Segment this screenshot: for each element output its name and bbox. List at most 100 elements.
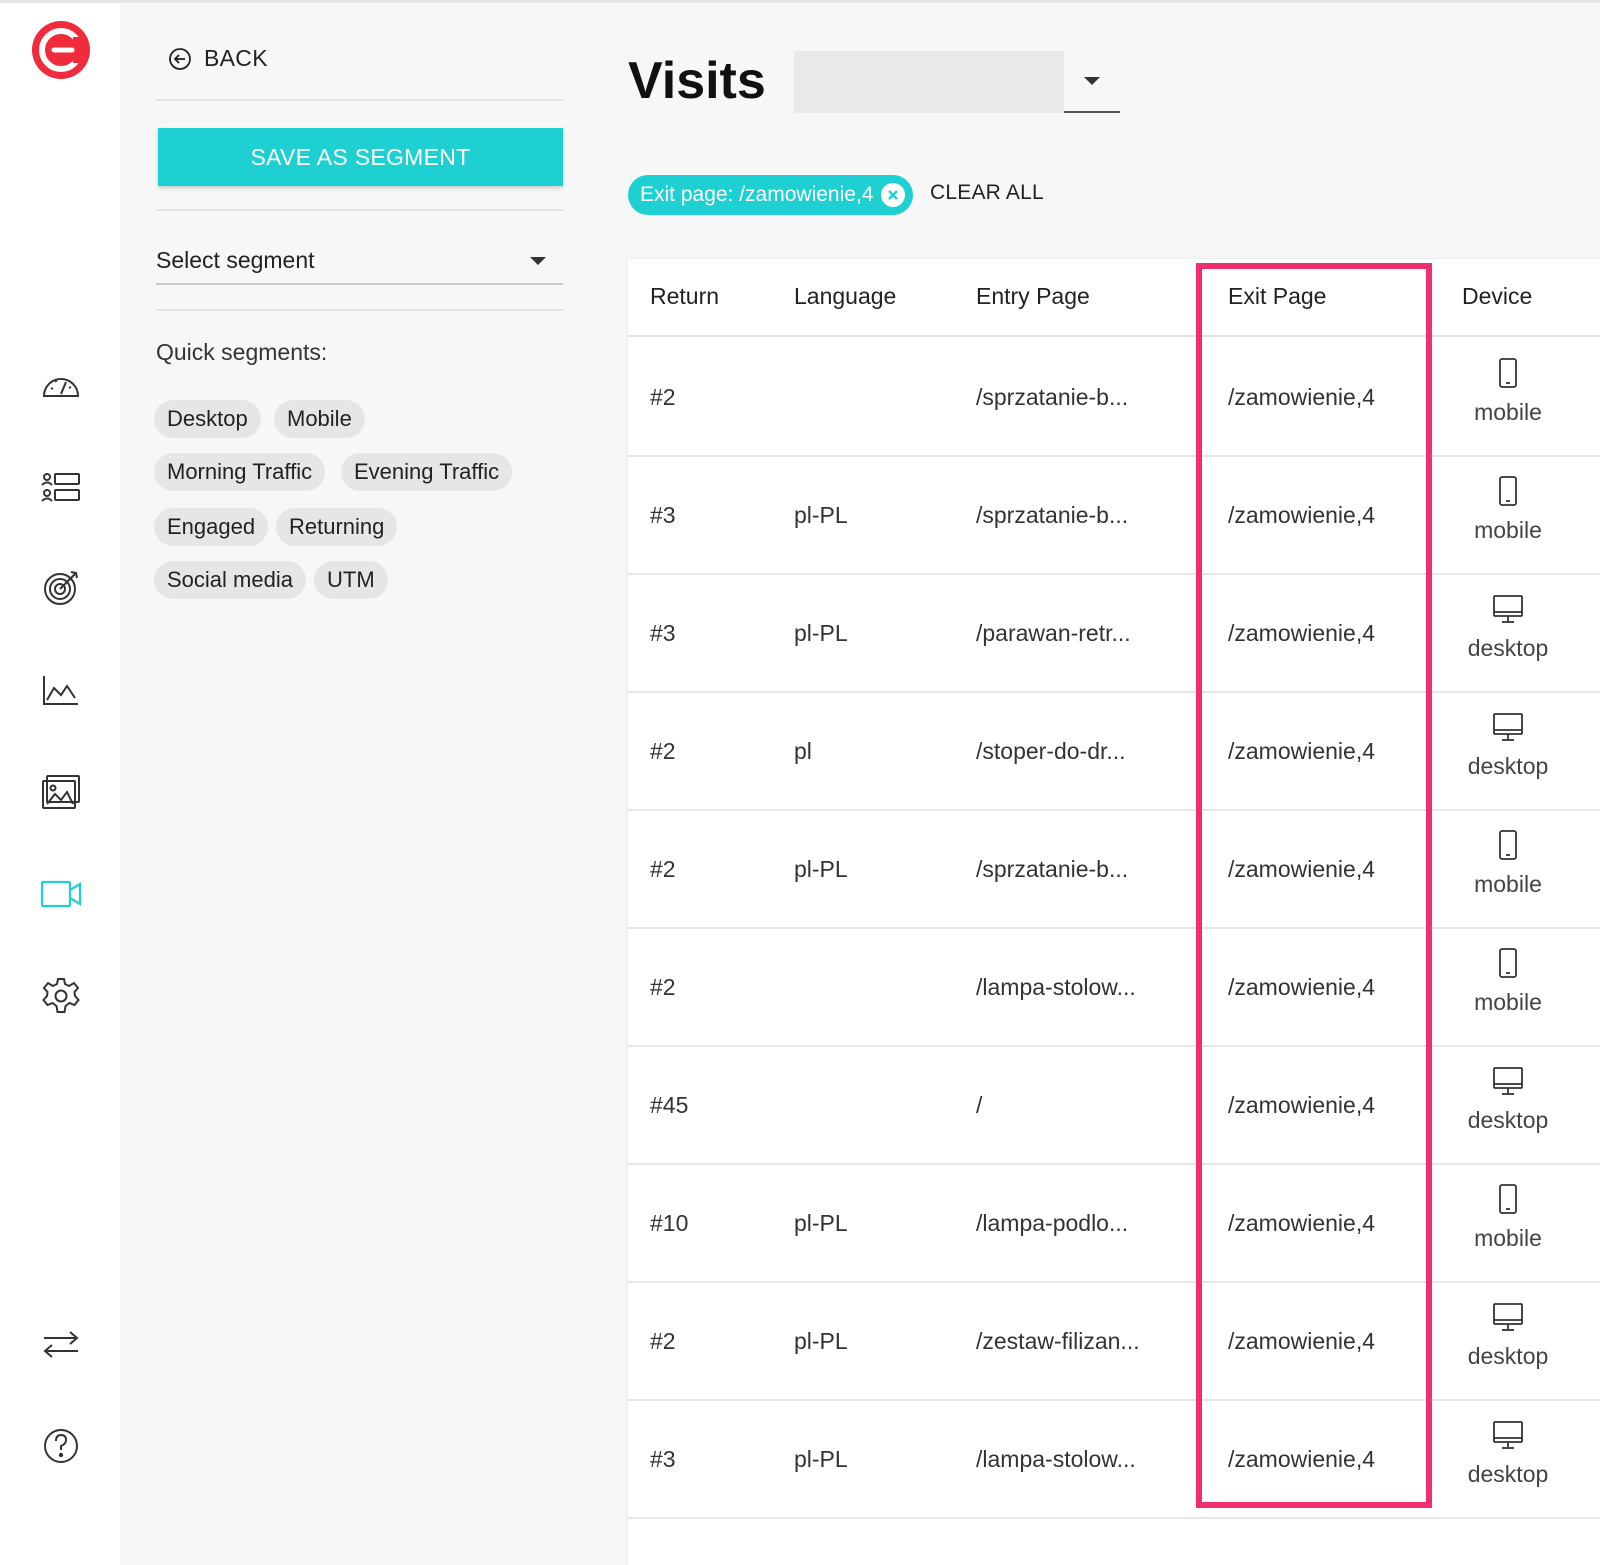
quick-segment-evening-traffic[interactable]: Evening Traffic: [341, 453, 513, 491]
return-count: #3: [650, 502, 676, 528]
desktop-device-icon: [1493, 1303, 1523, 1331]
help-question-icon[interactable]: [38, 1423, 84, 1469]
divider: [156, 99, 563, 101]
column-header-return[interactable]: Return: [650, 283, 719, 310]
table-row[interactable]: #2/lampa-stolow... /zamowienie,4 mobile: [628, 929, 1600, 1047]
active-filter-label: Exit page: /zamowienie,4: [640, 183, 874, 206]
desktop-device-icon: [1493, 1421, 1523, 1449]
table-row[interactable]: #2/sprzatanie-b... /zamowienie,4 mobile: [628, 339, 1600, 457]
exit-page: /zamowienie,4: [1228, 1210, 1376, 1236]
settings-gear-icon[interactable]: [38, 973, 84, 1019]
device-label: desktop: [1467, 1107, 1549, 1133]
website-select[interactable]: [794, 51, 1120, 113]
page-title: Visits: [628, 52, 766, 110]
entry-page: /stoper-do-dr...: [976, 738, 1126, 764]
segment-select[interactable]: Select segment: [156, 239, 563, 285]
quick-segment-desktop[interactable]: Desktop: [154, 400, 261, 438]
device-label: mobile: [1474, 1225, 1542, 1251]
exit-page: /zamowienie,4: [1228, 856, 1376, 882]
table-row[interactable]: #2 pl/stoper-do-dr... /zamowienie,4 desktop: [628, 693, 1600, 811]
quick-segment-mobile[interactable]: Mobile: [274, 400, 365, 438]
segment-panel: BACK SAVE AS SEGMENT Select segment Quic…: [120, 3, 604, 1565]
language: pl-PL: [794, 1328, 848, 1354]
desktop-device-icon: [1493, 1067, 1523, 1095]
quick-segment-engaged[interactable]: Engaged: [154, 508, 269, 546]
language: pl-PL: [794, 856, 848, 882]
exit-page: /zamowienie,4: [1228, 1328, 1376, 1354]
quick-segment-utm[interactable]: UTM: [314, 561, 388, 599]
table-row[interactable]: #2 pl-PL/sprzatanie-b... /zamowienie,4 mobi…: [628, 811, 1600, 929]
goals-target-icon[interactable]: [38, 565, 84, 611]
quick-segments-label: Quick segments:: [156, 339, 328, 365]
device-label: mobile: [1474, 871, 1542, 897]
device: mobile: [1466, 829, 1550, 898]
table-row[interactable]: #2 pl-PL/zestaw-filizan... /zamowienie,4 de…: [628, 1283, 1600, 1401]
website-select-value: [794, 51, 1064, 113]
exit-page: /zamowienie,4: [1228, 974, 1376, 1000]
mobile-device-icon: [1499, 476, 1517, 506]
device-label: mobile: [1474, 399, 1542, 425]
recordings-video-icon[interactable]: [38, 871, 84, 917]
column-header-exit-page[interactable]: Exit Page: [1228, 283, 1326, 310]
icon-rail: [0, 3, 120, 1565]
clear-all-button[interactable]: CLEAR ALL: [930, 181, 1044, 205]
back-button[interactable]: BACK: [168, 45, 268, 72]
dashboard-icon[interactable]: [38, 363, 84, 409]
table-row[interactable]: #45 / /zamowienie,4 desktop: [628, 1047, 1600, 1165]
desktop-device-icon: [1493, 713, 1523, 741]
mobile-device-icon: [1499, 830, 1517, 860]
switch-arrows-icon[interactable]: [38, 1321, 84, 1367]
language: pl: [794, 738, 812, 764]
table-row[interactable]: #3 pl-PL/sprzatanie-b... /zamowienie,4 mobi…: [628, 457, 1600, 575]
table-row[interactable]: #3 pl-PL/lampa-stolow... /zamowienie,4 desk…: [628, 1401, 1600, 1519]
exit-page: /zamowienie,4: [1228, 502, 1376, 528]
analytics-chart-icon[interactable]: [38, 667, 84, 713]
quick-segment-returning[interactable]: Returning: [276, 508, 398, 546]
device: desktop: [1466, 1419, 1550, 1488]
mobile-device-icon: [1499, 1184, 1517, 1214]
device-label: desktop: [1467, 635, 1549, 661]
return-count: #3: [650, 1446, 676, 1472]
column-header-device[interactable]: Device: [1462, 283, 1532, 310]
entry-page: /zestaw-filizan...: [976, 1328, 1140, 1354]
device: desktop: [1466, 1301, 1550, 1370]
language: pl-PL: [794, 1446, 848, 1472]
language: pl-PL: [794, 1210, 848, 1236]
active-filter-chip: Exit page: /zamowienie,4: [628, 175, 914, 215]
return-count: #2: [650, 856, 676, 882]
return-count: #3: [650, 620, 676, 646]
table-row[interactable]: #3 pl-PL/parawan-retr... /zamowienie,4 desk…: [628, 575, 1600, 693]
exit-page: /zamowienie,4: [1228, 384, 1376, 410]
device-label: mobile: [1474, 989, 1542, 1015]
column-header-entry-page[interactable]: Entry Page: [976, 283, 1090, 310]
device: mobile: [1466, 947, 1550, 1016]
language: pl-PL: [794, 620, 848, 646]
table-row[interactable]: #10 pl-PL/lampa-podlo... /zamowienie,4 mobi…: [628, 1165, 1600, 1283]
entry-page: /lampa-stolow...: [976, 1446, 1136, 1472]
device: desktop: [1466, 593, 1550, 662]
entry-page: /lampa-stolow...: [976, 974, 1136, 1000]
save-as-segment-button[interactable]: SAVE AS SEGMENT: [158, 128, 563, 186]
back-arrow-icon: [169, 47, 191, 70]
desktop-device-icon: [1493, 595, 1523, 623]
heatmaps-image-icon[interactable]: [38, 769, 84, 815]
device-label: desktop: [1467, 1343, 1549, 1369]
quick-segment-morning-traffic[interactable]: Morning Traffic: [154, 453, 326, 491]
close-icon: [888, 190, 899, 200]
chevron-down-icon: [530, 257, 546, 265]
return-count: #2: [650, 974, 676, 1000]
return-count: #10: [650, 1210, 689, 1236]
app-logo-icon[interactable]: [28, 17, 94, 83]
remove-filter-button[interactable]: [881, 183, 906, 207]
entry-page: /parawan-retr...: [976, 620, 1131, 646]
return-count: #2: [650, 384, 676, 410]
return-count: #2: [650, 738, 676, 764]
divider: [156, 209, 563, 211]
quick-segment-social-media[interactable]: Social media: [154, 561, 306, 599]
segment-select-label: Select segment: [156, 247, 315, 273]
visitors-list-icon[interactable]: [38, 465, 84, 511]
return-count: #45: [650, 1092, 689, 1118]
website-select-underline: [1064, 111, 1120, 113]
entry-page: /sprzatanie-b...: [976, 856, 1129, 882]
column-header-language[interactable]: Language: [794, 283, 896, 310]
